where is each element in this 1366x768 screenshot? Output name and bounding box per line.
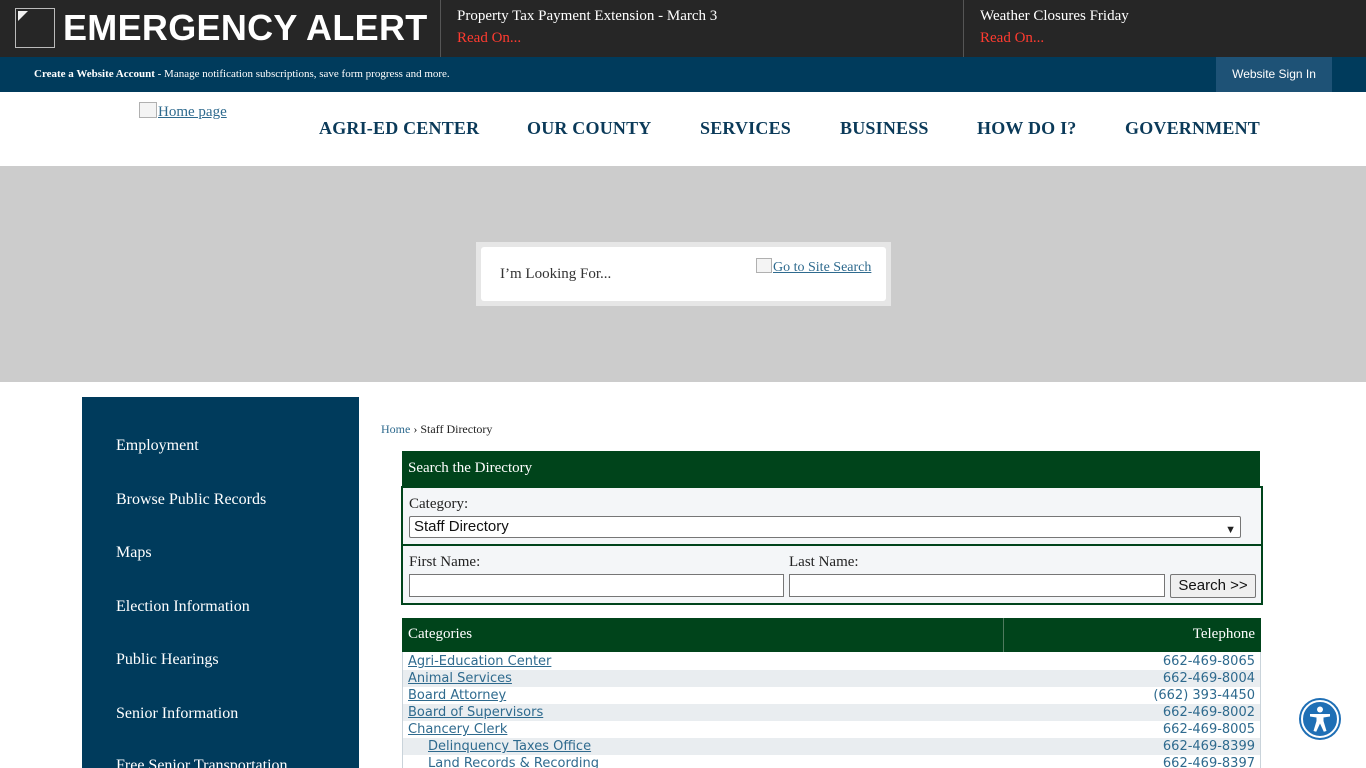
emergency-alert-bar: EMERGENCY ALERT Property Tax Payment Ext… bbox=[0, 0, 1366, 57]
breadcrumb-current: Staff Directory bbox=[420, 422, 493, 436]
sidebar-nav: Employment Browse Public Records Maps El… bbox=[82, 397, 359, 768]
telephone-value: 662-469-8002 bbox=[1162, 705, 1255, 720]
category-link[interactable]: Animal Services bbox=[408, 671, 512, 686]
alert-item: Property Tax Payment Extension - March 3… bbox=[457, 7, 717, 48]
category-label: Category: bbox=[409, 496, 469, 512]
column-divider bbox=[1003, 618, 1004, 652]
category-select-value: Staff Directory bbox=[414, 518, 509, 535]
directory-table-body: Agri-Education Center 662-469-8065 Anima… bbox=[402, 652, 1261, 768]
last-name-label: Last Name: bbox=[789, 554, 859, 570]
first-name-label: First Name: bbox=[409, 554, 481, 570]
accessibility-button[interactable] bbox=[1299, 698, 1341, 740]
telephone-value: 662-469-8005 bbox=[1162, 722, 1255, 737]
chevron-down-icon: ▼ bbox=[1225, 524, 1236, 536]
telephone-value: 662-469-8399 bbox=[1162, 739, 1255, 754]
table-row: Board of Supervisors 662-469-8002 bbox=[403, 704, 1260, 721]
site-search-button[interactable]: Go to Site Search bbox=[756, 258, 871, 276]
category-link[interactable]: Board of Supervisors bbox=[408, 705, 543, 720]
last-name-input[interactable] bbox=[789, 574, 1165, 597]
sidebar-item-browse-public-records[interactable]: Browse Public Records bbox=[116, 491, 266, 509]
telephone-value: 662-469-8397 bbox=[1162, 756, 1255, 768]
alert-read-on-link[interactable]: Read On... bbox=[457, 29, 717, 48]
home-page-logo-link[interactable]: Home page bbox=[139, 102, 227, 121]
sidebar-item-senior-information[interactable]: Senior Information bbox=[116, 705, 238, 723]
telephone-value: 662-469-8004 bbox=[1162, 671, 1255, 686]
sidebar-item-election-information[interactable]: Election Information bbox=[116, 598, 250, 616]
sidebar-item-maps[interactable]: Maps bbox=[116, 544, 152, 562]
accessibility-icon bbox=[1301, 700, 1339, 738]
table-row: Animal Services 662-469-8004 bbox=[403, 670, 1260, 687]
first-name-input[interactable] bbox=[409, 574, 784, 597]
directory-search-heading: Search the Directory bbox=[402, 451, 1260, 486]
table-row: Board Attorney (662) 393-4450 bbox=[403, 687, 1260, 704]
category-link[interactable]: Delinquency Taxes Office bbox=[428, 739, 591, 754]
nav-business[interactable]: BUSINESS bbox=[840, 118, 929, 139]
sidebar-item-public-hearings[interactable]: Public Hearings bbox=[116, 651, 219, 669]
site-header: Home page AGRI-ED CENTER OUR COUNTY SERV… bbox=[0, 92, 1366, 166]
sidebar-item-free-senior-transportation[interactable]: Free Senior Transportation bbox=[116, 757, 288, 768]
directory-search-button[interactable]: Search >> bbox=[1170, 574, 1256, 598]
nav-services[interactable]: SERVICES bbox=[700, 118, 791, 139]
categories-column-header: Categories bbox=[408, 626, 473, 642]
directory-table-header: Categories Telephone bbox=[402, 618, 1261, 652]
breadcrumb-home-link[interactable]: Home bbox=[381, 422, 410, 436]
category-link[interactable]: Chancery Clerk bbox=[408, 722, 507, 737]
account-bar: Create a Website Account - Manage notifi… bbox=[0, 57, 1366, 92]
alert-title: EMERGENCY ALERT bbox=[63, 7, 428, 48]
table-row: Chancery Clerk 662-469-8005 bbox=[403, 721, 1260, 738]
nav-government[interactable]: GOVERNMENT bbox=[1125, 118, 1260, 139]
alert-item: Weather Closures Friday Read On... bbox=[980, 7, 1129, 48]
category-link[interactable]: Land Records & Recording bbox=[428, 756, 599, 768]
account-description: - Manage notification subscriptions, sav… bbox=[154, 68, 450, 80]
category-link[interactable]: Agri-Education Center bbox=[408, 654, 551, 669]
broken-image-icon bbox=[15, 8, 55, 48]
site-search-placeholder: I’m Looking For... bbox=[500, 266, 612, 282]
alert-read-on-link[interactable]: Read On... bbox=[980, 29, 1129, 48]
nav-how-do-i[interactable]: HOW DO I? bbox=[977, 118, 1076, 139]
alert-divider bbox=[963, 0, 964, 57]
telephone-value: (662) 393-4450 bbox=[1153, 688, 1255, 703]
table-row: Agri-Education Center 662-469-8065 bbox=[403, 653, 1260, 670]
website-sign-in-button[interactable]: Website Sign In bbox=[1216, 57, 1332, 92]
nav-agri-ed-center[interactable]: AGRI-ED CENTER bbox=[319, 118, 479, 139]
table-row: Land Records & Recording 662-469-8397 bbox=[403, 755, 1260, 768]
alert-item-title: Property Tax Payment Extension - March 3 bbox=[457, 8, 718, 24]
account-notice: Create a Website Account - Manage notifi… bbox=[34, 68, 450, 80]
alert-divider bbox=[440, 0, 441, 57]
sidebar-item-employment[interactable]: Employment bbox=[116, 437, 199, 455]
telephone-value: 662-469-8065 bbox=[1162, 654, 1255, 669]
category-link[interactable]: Board Attorney bbox=[408, 688, 506, 703]
create-account-link[interactable]: Create a Website Account bbox=[34, 68, 155, 80]
breadcrumb: Home › Staff Directory bbox=[381, 422, 492, 437]
category-select[interactable]: Staff Directory ▼ bbox=[409, 516, 1241, 538]
breadcrumb-separator: › bbox=[410, 422, 421, 436]
nav-our-county[interactable]: OUR COUNTY bbox=[527, 118, 652, 139]
table-row: Delinquency Taxes Office 662-469-8399 bbox=[403, 738, 1260, 755]
telephone-column-header: Telephone bbox=[1192, 626, 1255, 642]
alert-item-title: Weather Closures Friday bbox=[980, 8, 1129, 24]
